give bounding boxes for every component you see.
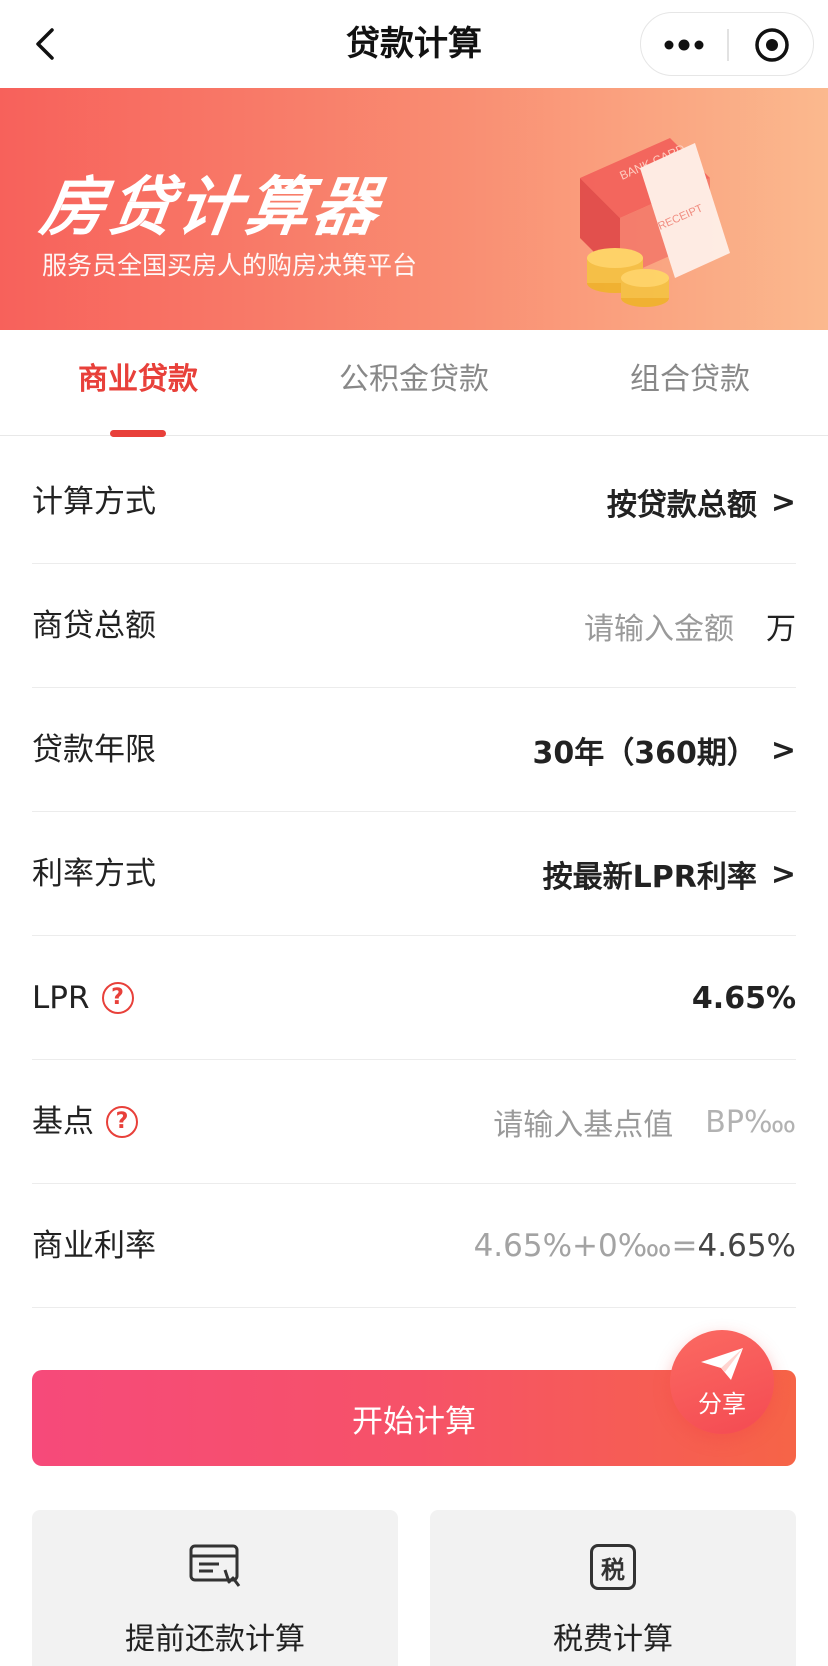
chevron-right-icon: > bbox=[770, 732, 796, 768]
lpr-label-group: LPR ? bbox=[32, 936, 134, 1060]
commercial-rate-formula: 4.65%+0‱= bbox=[473, 1228, 698, 1264]
paper-plane-icon bbox=[701, 1347, 743, 1380]
lpr-value: 4.65% bbox=[691, 980, 796, 1016]
share-label: 分享 bbox=[698, 1389, 746, 1418]
loan-amount-input[interactable]: 请输入金额 bbox=[584, 604, 734, 648]
hero-banner: 房贷计算器 服务员全国买房人的购房决策平台 BANK CARD RECEIPT bbox=[0, 88, 828, 330]
nav-bar: 贷款计算 bbox=[0, 0, 828, 88]
prepayment-calculator-label: 提前还款计算 bbox=[125, 1622, 305, 1657]
basis-point-unit: BP‱ bbox=[705, 1104, 796, 1140]
banner-subtitle: 服务员全国买房人的购房决策平台 bbox=[42, 251, 418, 280]
more-button[interactable] bbox=[641, 13, 727, 77]
lpr-row: LPR ? 4.65% bbox=[32, 936, 796, 1060]
commercial-rate-row: 商业利率 4.65%+0‱= 4.65% bbox=[32, 1184, 796, 1308]
loan-amount-row: 商贷总额 请输入金额 万 bbox=[32, 564, 796, 688]
help-icon[interactable]: ? bbox=[101, 982, 134, 1014]
basis-point-input[interactable]: 请输入基点值 bbox=[493, 1100, 673, 1144]
prepayment-calculator-card[interactable]: 提前还款计算 bbox=[32, 1510, 398, 1666]
loan-type-tabs: 商业贷款 公积金贷款 组合贷款 bbox=[0, 330, 828, 437]
banner-title: 房贷计算器 bbox=[35, 171, 387, 245]
start-calculation-label: 开始计算 bbox=[352, 1403, 476, 1440]
tab-combined-loan[interactable]: 组合贷款 bbox=[552, 330, 828, 436]
chevron-right-icon: > bbox=[770, 484, 796, 520]
tax-calculator-card[interactable]: 税 税费计算 bbox=[430, 1510, 796, 1666]
loan-term-value: 30年（360期） bbox=[532, 736, 757, 771]
help-icon[interactable]: ? bbox=[106, 1106, 138, 1138]
bank-card-receipt-illustration: BANK CARD RECEIPT bbox=[580, 138, 730, 307]
calc-method-label: 计算方式 bbox=[32, 484, 156, 520]
rate-method-row[interactable]: 利率方式 按最新LPR利率 > bbox=[32, 812, 796, 936]
prepayment-icon bbox=[189, 1544, 241, 1587]
rate-method-value: 按最新LPR利率 bbox=[542, 860, 757, 895]
loan-term-row[interactable]: 贷款年限 30年（360期） > bbox=[32, 688, 796, 812]
more-dots-icon bbox=[664, 39, 704, 51]
loan-term-label: 贷款年限 bbox=[32, 732, 156, 768]
rate-method-label: 利率方式 bbox=[32, 856, 156, 892]
calc-method-value: 按贷款总额 bbox=[606, 488, 757, 523]
tab-label: 商业贷款 bbox=[78, 362, 198, 397]
loan-amount-label: 商贷总额 bbox=[32, 608, 156, 644]
lpr-label: LPR bbox=[32, 980, 90, 1016]
miniprogram-capsule bbox=[640, 12, 814, 76]
tab-label: 公积金贷款 bbox=[339, 362, 489, 397]
close-miniprogram-button[interactable] bbox=[729, 13, 815, 77]
calc-method-row[interactable]: 计算方式 按贷款总额 > bbox=[32, 440, 796, 564]
tab-label: 组合贷款 bbox=[630, 362, 750, 397]
tax-icon-glyph: 税 bbox=[601, 1555, 625, 1584]
tax-calculator-label: 税费计算 bbox=[553, 1622, 673, 1657]
chevron-right-icon: > bbox=[770, 856, 796, 892]
active-tab-indicator bbox=[110, 430, 166, 437]
tax-icon: 税 bbox=[590, 1544, 636, 1590]
basis-point-label: 基点 bbox=[32, 1104, 94, 1140]
commercial-rate-label: 商业利率 bbox=[32, 1228, 156, 1264]
target-icon bbox=[755, 28, 789, 62]
share-button[interactable]: 分享 bbox=[670, 1330, 774, 1434]
basis-point-row: 基点 ? 请输入基点值 BP‱ bbox=[32, 1060, 796, 1184]
tab-provident-fund-loan[interactable]: 公积金贷款 bbox=[276, 330, 552, 436]
commercial-rate-result: 4.65% bbox=[697, 1228, 796, 1264]
loan-amount-unit: 万 bbox=[766, 612, 796, 647]
basis-point-label-group: 基点 ? bbox=[32, 1060, 138, 1184]
tab-commercial-loan[interactable]: 商业贷款 bbox=[0, 330, 276, 437]
